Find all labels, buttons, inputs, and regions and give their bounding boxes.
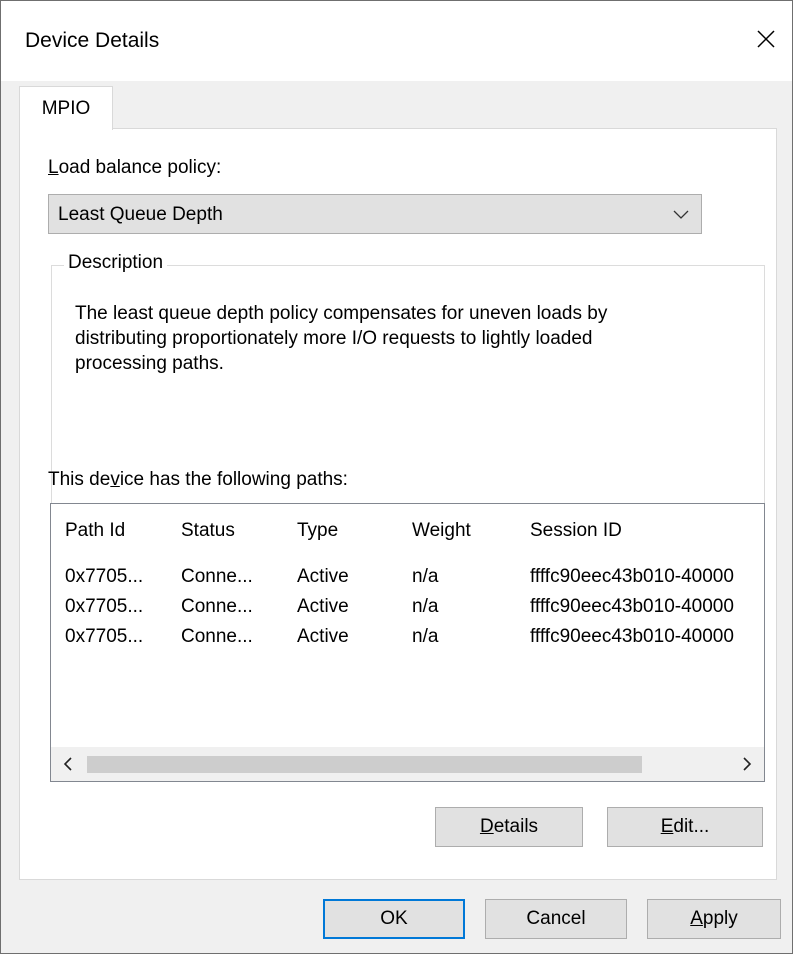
apply-label: pply [702,908,738,929]
load-balance-label-text: oad balance policy: [58,157,222,178]
details-label: etails [493,816,539,837]
cell-weight: n/a [412,566,439,587]
cancel-label: Cancel [526,908,586,929]
ok-button[interactable]: OK [323,899,465,939]
chevron-right-icon [743,757,752,771]
ok-label: OK [380,908,408,929]
scroll-left-button[interactable] [51,747,85,781]
description-line: processing paths. [75,353,224,374]
cell-status: Conne... [181,566,253,587]
load-balance-accelerator: L [48,157,59,178]
paths-label: This device has the following paths: [48,469,348,491]
column-header-type[interactable]: Type [297,520,397,542]
load-balance-policy-label: Load balance policy: [48,157,221,179]
table-row[interactable]: 0x7705... Conne... Active n/a ffffc90eec… [51,626,764,652]
description-text: The least queue depth policy compensates… [75,301,715,376]
scroll-thumb[interactable] [87,756,642,773]
paths-listview[interactable]: Path Id Status Type Weight Session ID 0x… [50,503,765,782]
description-line: The least queue depth policy compensates… [75,303,608,324]
cell-path-id: 0x7705... [65,566,144,587]
cell-path-id: 0x7705... [65,596,144,617]
chevron-left-icon [63,757,72,771]
details-accelerator: D [479,816,494,837]
dialog-title: Device Details [25,29,160,52]
cell-path-id: 0x7705... [65,626,144,647]
apply-accelerator: A [690,908,703,929]
paths-label-accelerator: v [110,469,120,490]
cancel-button[interactable]: Cancel [485,899,627,939]
tab-mpio-label: MPIO [41,98,91,119]
cell-session-id: ffffc90eec43b010-40000 [530,566,734,587]
description-line: distributing proportionately more I/O re… [75,328,593,349]
horizontal-scrollbar[interactable] [51,747,764,781]
cell-status: Conne... [181,626,253,647]
paths-header-row: Path Id Status Type Weight Session ID [51,520,764,546]
edit-accelerator: E [660,816,674,837]
table-row[interactable]: 0x7705... Conne... Active n/a ffffc90eec… [51,596,764,622]
title-bar: Device Details [1,1,792,81]
paths-label-post: ice has the following paths: [119,469,348,490]
apply-button[interactable]: Apply [647,899,781,939]
column-header-weight[interactable]: Weight [412,520,512,542]
load-balance-policy-dropdown[interactable]: Least Queue Depth [48,194,702,234]
mpio-tab-panel: Load balance policy: Least Queue Depth D… [19,128,777,880]
description-legend: Description [64,252,168,274]
edit-button[interactable]: Edit... [607,807,763,847]
cell-session-id: ffffc90eec43b010-40000 [530,596,734,617]
cell-type: Active [297,596,349,617]
cell-weight: n/a [412,626,439,647]
cell-weight: n/a [412,596,439,617]
scroll-right-button[interactable] [730,747,764,781]
edit-label: dit... [673,816,710,837]
chevron-down-icon [673,210,689,219]
load-balance-selected-value: Least Queue Depth [58,204,223,225]
column-header-status[interactable]: Status [181,520,289,542]
table-row[interactable]: 0x7705... Conne... Active n/a ffffc90eec… [51,566,764,592]
cell-type: Active [297,626,349,647]
column-header-path-id[interactable]: Path Id [65,520,173,542]
cell-type: Active [297,566,349,587]
cell-status: Conne... [181,596,253,617]
close-icon [757,30,775,48]
device-details-dialog: Device Details MPIO Load balance policy:… [0,0,793,954]
close-button[interactable] [740,13,792,65]
column-header-session-id[interactable]: Session ID [530,520,764,542]
details-button[interactable]: Details [435,807,583,847]
tab-mpio[interactable]: MPIO [19,86,113,130]
cell-session-id: ffffc90eec43b010-40000 [530,626,734,647]
paths-label-pre: This de [48,469,111,490]
